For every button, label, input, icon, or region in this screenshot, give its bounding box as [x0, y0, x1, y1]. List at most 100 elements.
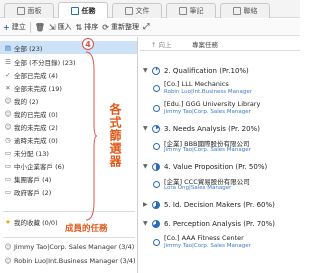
chevron-down-icon: ▼: [143, 163, 148, 170]
tab-contacts[interactable]: 聯絡: [220, 3, 270, 18]
plus-icon: +: [3, 22, 10, 32]
filter-label: 政府客戶 (2): [14, 188, 52, 197]
progress-pie-icon: [152, 162, 160, 171]
refresh-icon: ⟳: [102, 22, 109, 32]
task-name: [Co.] AAA Fitness Center: [164, 234, 244, 242]
user-icon: ☺: [4, 242, 12, 251]
divider: [3, 211, 135, 212]
filter-item-all[interactable]: ▤ 全部 (23): [0, 41, 137, 54]
filter-label: 全部未完成 (19): [14, 84, 62, 93]
folder-icon: ▭: [4, 174, 12, 183]
stage-row[interactable]: ▼ 3. Needs Analysis (Pr. 20%): [139, 122, 300, 135]
filter-label: 我的 (2): [14, 97, 39, 106]
divider: [3, 237, 135, 238]
task-status-icon: [153, 143, 160, 150]
chevron-down-icon: ▼: [143, 125, 148, 132]
tab-dashboard[interactable]: 面板: [4, 3, 54, 18]
chevron-down-icon: ▼: [143, 220, 148, 227]
members-annotation: 成員的任務: [65, 224, 108, 234]
task-name: [Co.] LLL Mechanics: [164, 80, 229, 88]
contact-icon: [232, 7, 241, 15]
folder-icon: ▤: [4, 43, 12, 52]
filter-label: 我的已完成 (0): [14, 110, 58, 119]
task-panel: ↑ 向上 專案任務 ▼ 2. Qualification (Pr.10%) [C…: [139, 37, 300, 273]
filter-label: 集團客戶 (4): [14, 175, 52, 184]
chevron-right-icon: ▶: [143, 201, 148, 208]
tab-tasks[interactable]: 任務: [58, 2, 108, 18]
task-status-icon: [153, 85, 160, 92]
import-button[interactable]: ⇲ 匯入: [49, 22, 72, 32]
task-owner[interactable]: Jimmy Tao|Corp. Sales Manager: [164, 147, 251, 153]
folder-icon: ▭: [4, 161, 12, 170]
progress-pie-icon: [152, 124, 160, 133]
filter-item-gov-clients[interactable]: ▭ 政府客戶 (2): [0, 185, 137, 198]
progress-pie-icon: [152, 66, 160, 75]
trash-icon: 🗑: [34, 22, 45, 32]
task-row[interactable]: [Co.] LLL Mechanics Robin Luo|Int.Busine…: [139, 80, 300, 99]
task-status-icon: [153, 239, 160, 246]
progress-pie-icon: [152, 200, 160, 209]
filter-label: 我的收藏 (0/0): [14, 218, 58, 227]
task-owner[interactable]: Jimmy Tao|Corp. Sales Manager: [164, 109, 251, 115]
filter-label: 中小企業客戶 (6): [14, 162, 65, 171]
folder-icon: ▭: [4, 187, 12, 196]
task-status-icon: [153, 105, 160, 112]
sort-label: 排序: [84, 23, 99, 31]
stage-row[interactable]: ▶ 5. Id. Decision Makers (Pr. 60%): [139, 198, 300, 211]
refresh-button[interactable]: ⟳ 重新整理: [102, 22, 139, 32]
tab-notes[interactable]: 筆記: [166, 3, 216, 18]
user-icon: ☺: [4, 256, 12, 265]
filter-label: 未分配 (13): [14, 149, 49, 158]
refresh-label: 重新整理: [110, 23, 139, 31]
cross-icon: ✕: [5, 83, 11, 92]
filter-item-all-uncategorized[interactable]: ☰ 全部 (不分目錄) (23): [0, 55, 137, 68]
tab-files[interactable]: 文件: [112, 3, 162, 18]
member-label: Jimmy Tao|Corp. Sales Manager (3/4): [14, 242, 135, 251]
user-cross-icon: ☺: [4, 122, 12, 131]
tab-label: 筆記: [189, 7, 204, 15]
member-label: Robin Luo|Int.Business Manager (3/4): [14, 256, 136, 265]
import-icon: ⇲: [48, 22, 56, 32]
file-icon: [124, 7, 133, 15]
stage-row[interactable]: ▼ 2. Qualification (Pr.10%): [139, 64, 300, 77]
stage-label: 5. Id. Decision Makers (Pr. 60%): [164, 200, 275, 209]
tasks-icon: [70, 6, 79, 15]
filter-item-all-incomplete[interactable]: ✕ 全部未完成 (19): [0, 81, 137, 94]
member-item-jimmy[interactable]: ☺ Jimmy Tao|Corp. Sales Manager (3/4): [0, 240, 137, 253]
new-button[interactable]: + 建立: [3, 22, 26, 32]
up-label: 向上: [158, 40, 172, 49]
brace-annotation: [85, 51, 98, 221]
stage-label: 2. Qualification (Pr.10%): [164, 66, 249, 75]
expand-icon: ⤢: [142, 22, 150, 31]
task-owner[interactable]: Jimmy Tao|Corp. Sales Manager: [164, 243, 251, 249]
list-icon: ☰: [5, 57, 11, 66]
member-item-robin[interactable]: ☺ Robin Luo|Int.Business Manager (3/4): [0, 254, 137, 267]
note-icon: [178, 7, 187, 15]
sort-button[interactable]: ⇅ 排序: [76, 22, 99, 32]
task-row[interactable]: [Edu.] GGG University Library Jimmy Tao|…: [139, 100, 300, 119]
task-owner[interactable]: Robin Luo|Int.Business Manager: [164, 89, 252, 95]
stage-label: 3. Needs Analysis (Pr. 20%): [164, 124, 260, 133]
task-row[interactable]: [Co.] AAA Fitness Center Jimmy Tao|Corp.…: [139, 234, 300, 253]
up-button[interactable]: ↑ 向上: [151, 39, 172, 49]
stage-row[interactable]: ▼ 6. Perception Analysis (Pr. 70%): [139, 217, 300, 230]
tab-label: 面板: [27, 7, 42, 15]
toolbar: + 建立 🗑 ⇲ 匯入 ⇅ 排序 ⟳ 重新整理 ⤢: [0, 19, 300, 36]
user-check-icon: ☺: [4, 109, 12, 118]
filter-item-group-clients[interactable]: ▭ 集團客戶 (4): [0, 172, 137, 185]
task-panel-header: ↑ 向上 專案任務: [139, 37, 300, 51]
filter-label: 逾時未完成 (0): [14, 136, 58, 145]
task-row[interactable]: [企業] CCC貿易股份有限公司 Lora Ong|Sales Manager: [139, 176, 300, 195]
dashboard-icon: [16, 7, 25, 15]
progress-pie-icon: [152, 219, 160, 228]
task-owner[interactable]: Lora Ong|Sales Manager: [164, 185, 231, 191]
task-row[interactable]: [企業] BBB國際股份有限公司 Jimmy Tao|Corp. Sales M…: [139, 138, 300, 157]
tab-label: 任務: [81, 6, 96, 15]
delete-button[interactable]: 🗑: [35, 23, 45, 32]
expand-button[interactable]: ⤢: [143, 22, 149, 32]
filter-item-all-completed[interactable]: ✓ 全部已完成 (4): [0, 68, 137, 81]
callout-number-badge: 4: [82, 38, 94, 50]
stage-row[interactable]: ▼ 4. Value Proposition (Pr. 50%): [139, 160, 300, 173]
column-header-project-task: 專案任務: [192, 40, 218, 49]
filter-label: 全部 (23): [14, 44, 43, 53]
